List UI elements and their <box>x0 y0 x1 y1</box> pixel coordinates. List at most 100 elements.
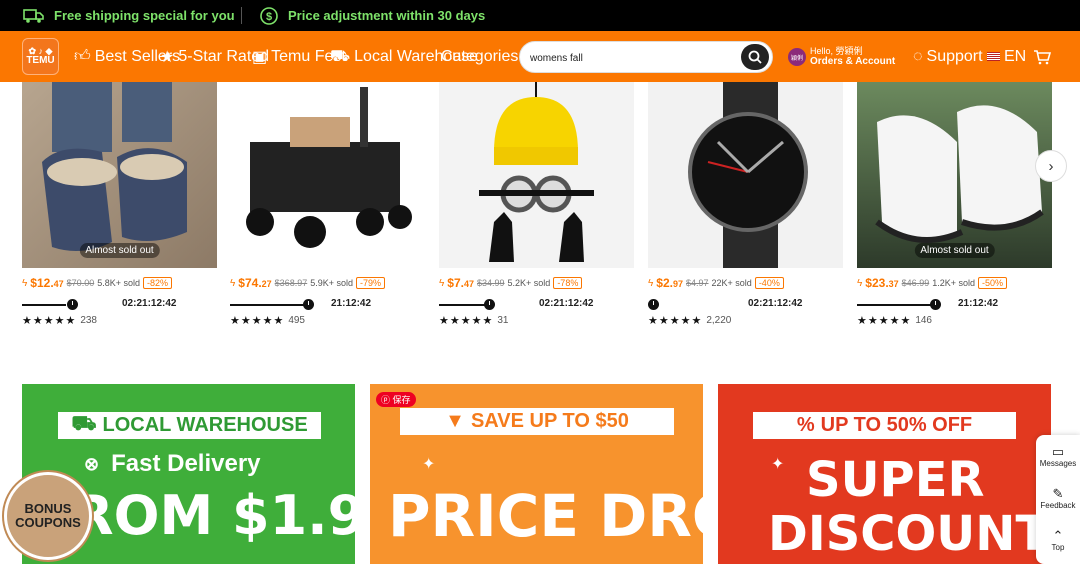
price-dec: 27 <box>261 279 272 289</box>
product-card[interactable]: Almost sold out ϟ $12.47 $70.00 5.8K+ so… <box>22 82 217 327</box>
search-input[interactable] <box>530 49 730 67</box>
flash-icon: ϟ <box>439 277 445 289</box>
chevron-right-icon: › <box>1048 157 1054 175</box>
cart-icon <box>1034 49 1051 64</box>
price: $74.27 <box>238 276 271 290</box>
countdown-text: 02:21:12:42 <box>539 298 594 309</box>
cart-button[interactable] <box>1033 31 1051 82</box>
svg-text:$: $ <box>266 11 272 23</box>
messages-button[interactable]: ▭ Messages <box>1036 444 1080 469</box>
rating: ★★★★★ 31 <box>439 314 508 327</box>
messages-label: Messages <box>1039 459 1077 468</box>
sold-count: 5.8K+ sold <box>97 278 140 288</box>
price: $12.47 <box>30 276 63 290</box>
countdown: 21:12:42 <box>230 298 425 312</box>
bonus-coupons-text: BONUS COUPONS <box>15 501 81 531</box>
fast-delivery-text: Fast Delivery <box>111 450 261 477</box>
discount-badge: -79% <box>356 277 386 289</box>
price-dec: 37 <box>888 279 899 289</box>
feedback-button[interactable]: ✎ Feedback <box>1036 486 1080 511</box>
product-card[interactable]: ϟ $2.97 $4.97 22K+ sold -40% 02:21:12:42… <box>648 82 843 327</box>
search-button[interactable] <box>741 44 769 70</box>
back-to-top-button[interactable]: ⌃ Top <box>1036 528 1080 553</box>
product-image-sneakers[interactable]: Almost sold out <box>857 82 1052 268</box>
clock-icon <box>484 299 495 310</box>
price-adjust-promo[interactable]: $ Price adjustment within 30 days <box>259 0 485 31</box>
price-int: $23. <box>865 276 889 290</box>
language-label: EN <box>1004 47 1027 65</box>
review-count: 2,220 <box>706 315 732 326</box>
sneaker-image <box>875 105 1044 243</box>
price-row: ϟ $74.27 $368.97 5.9K+ sold -79% <box>230 276 386 290</box>
truck-icon <box>23 8 44 23</box>
clock-icon <box>303 299 314 310</box>
countdown: 02:21:12:42 <box>648 298 843 312</box>
support-button[interactable]: ◌ Support <box>913 31 983 82</box>
countdown-text: 21:12:42 <box>958 298 999 309</box>
price-row: ϟ $23.37 $46.99 1.2K+ sold -50% <box>857 276 1007 290</box>
price-tag-icon: ▼ <box>445 410 465 432</box>
truck-icon: ⛟ <box>71 413 97 435</box>
countdown: 02:21:12:42 <box>22 298 217 312</box>
gift-icon: ▣ <box>252 48 268 66</box>
original-price: $4.97 <box>686 278 709 288</box>
banner-tag-text: LOCAL WAREHOUSE <box>102 414 308 436</box>
super-discount-banner[interactable]: % UP TO 50% OFF ✦ SUPER DISCOUNT <box>718 384 1051 564</box>
nav-categories-label: Categories <box>441 47 519 65</box>
temu-logo[interactable]: ✿ ♪ ◆ TEMU <box>22 38 59 75</box>
star-rating-icon: ★★★★★ <box>439 315 494 327</box>
countdown-text: 02:21:12:42 <box>748 298 803 309</box>
banner-tag: ⛟ LOCAL WAREHOUSE <box>58 412 321 439</box>
rating: ★★★★★ 146 <box>857 314 932 327</box>
free-shipping-promo[interactable]: Free shipping special for you <box>23 0 235 31</box>
price-row: ϟ $7.47 $34.99 5.2K+ sold -78% <box>439 276 583 290</box>
top-label: Top <box>1051 543 1065 552</box>
product-card[interactable]: ϟ $7.47 $34.99 5.2K+ sold -78% 02:21:12:… <box>439 82 634 327</box>
price-drop-banner[interactable]: ⓟ 保存 ▼SAVE UP TO $50 ✦ PRICE DROP <box>370 384 703 564</box>
language-selector[interactable]: EN <box>987 31 1026 82</box>
original-price: $34.99 <box>477 278 505 288</box>
message-icon: ▭ <box>1051 444 1065 459</box>
sold-count: 22K+ sold <box>711 278 752 288</box>
bonus-line2: COUPONS <box>15 515 81 530</box>
countdown-progress <box>857 304 931 306</box>
product-image-wagon[interactable] <box>230 82 425 268</box>
thumbs-up-icon: 👍︎ <box>74 48 91 65</box>
product-image-minion-set[interactable] <box>439 82 634 268</box>
logo-text: TEMU <box>26 55 55 66</box>
account-text: Hello, 勞穎俐 Orders & Account <box>810 45 895 68</box>
product-card[interactable]: Almost sold out ϟ $23.37 $46.99 1.2K+ so… <box>857 82 1052 327</box>
nav-categories[interactable]: Categories⌄ <box>441 31 529 82</box>
topbar-divider <box>241 7 242 24</box>
countdown: 21:12:42 <box>857 298 1052 312</box>
product-card[interactable]: ϟ $74.27 $368.97 5.9K+ sold -79% 21:12:4… <box>230 82 425 327</box>
carousel-next-button[interactable]: › <box>1035 150 1067 182</box>
watch-image <box>688 82 808 268</box>
wagon-image <box>246 87 412 248</box>
pin-save-button[interactable]: ⓟ 保存 <box>376 392 416 407</box>
truck-icon: ⛟ <box>330 47 351 65</box>
bonus-coupons-button[interactable]: BONUS COUPONS <box>4 472 92 560</box>
sparkle-icon: ✦ <box>422 456 436 473</box>
chevron-up-icon: ⌃ <box>1052 528 1064 543</box>
countdown-progress <box>22 304 66 306</box>
clock-icon <box>648 299 659 310</box>
product-image-watch[interactable] <box>648 82 843 268</box>
price-drop-text: PRICE DROP <box>388 482 703 550</box>
us-flag-icon <box>987 52 1000 61</box>
almost-sold-out-badge: Almost sold out <box>914 243 995 258</box>
sold-count: 5.9K+ sold <box>310 278 353 288</box>
price-int: $74. <box>238 276 262 290</box>
star-rating-icon: ★★★★★ <box>648 315 703 327</box>
original-price: $46.99 <box>901 278 930 288</box>
banner-tag: ▼ SAVE UP TO $50 <box>400 408 674 435</box>
floating-sidebar: ▭ Messages ✎ Feedback ⌃ Top <box>1036 435 1080 564</box>
account-menu[interactable]: 穎俐 Hello, 勞穎俐 Orders & Account <box>788 44 895 70</box>
discount-badge: -40% <box>754 277 784 289</box>
edit-icon: ✎ <box>1052 486 1064 501</box>
price-int: $12. <box>30 276 54 290</box>
price-dec: 97 <box>672 279 683 289</box>
account-greeting: Hello, 勞穎俐 <box>810 45 863 56</box>
product-image-slippers[interactable]: Almost sold out <box>22 82 217 268</box>
close-circle-icon: ⊗ <box>84 453 100 474</box>
